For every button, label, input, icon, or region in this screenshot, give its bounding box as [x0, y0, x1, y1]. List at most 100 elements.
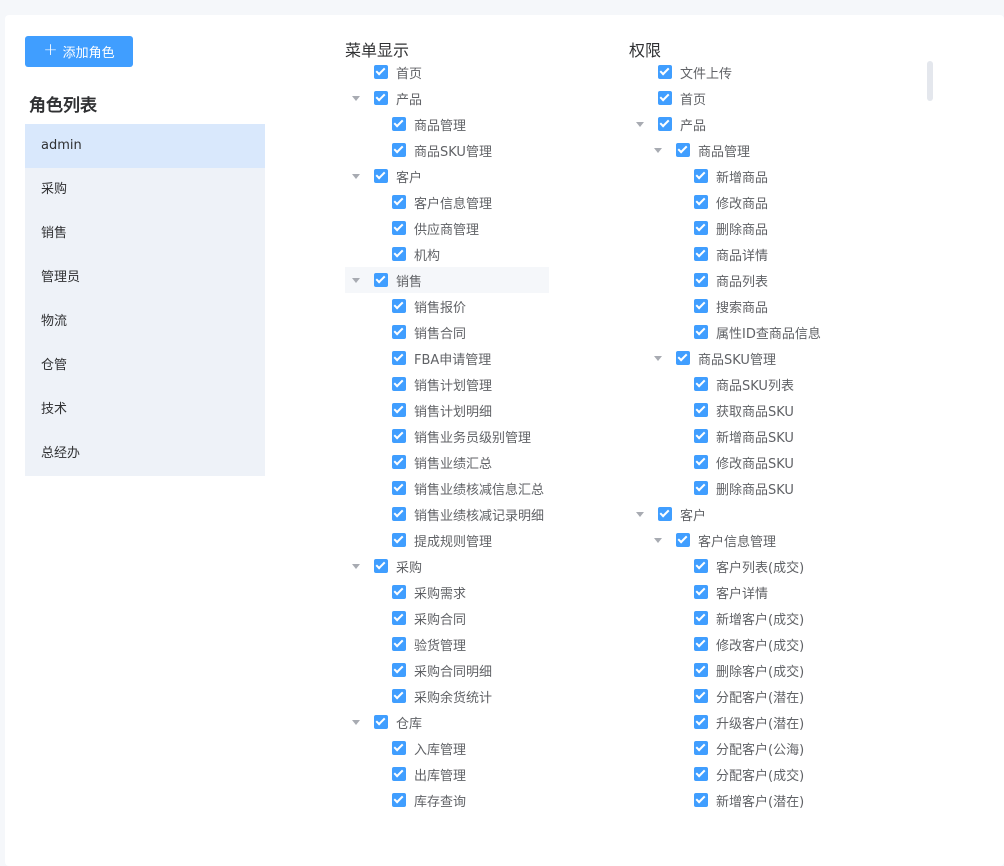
checkbox-checked[interactable]: [676, 143, 690, 157]
checkbox-checked[interactable]: [392, 221, 406, 235]
tree-node[interactable]: 销售计划明细: [345, 397, 615, 423]
checkbox-checked[interactable]: [694, 585, 708, 599]
tree-node[interactable]: 新增客户(成交): [629, 605, 919, 631]
checkbox-checked[interactable]: [694, 325, 708, 339]
checkbox-checked[interactable]: [392, 351, 406, 365]
checkbox-checked[interactable]: [694, 221, 708, 235]
checkbox-checked[interactable]: [392, 195, 406, 209]
checkbox-checked[interactable]: [694, 481, 708, 495]
role-item[interactable]: 管理员: [25, 256, 265, 300]
tree-node[interactable]: 客户信息管理: [345, 189, 615, 215]
tree-node[interactable]: 商品SKU管理: [629, 345, 919, 371]
caret-down-icon[interactable]: [352, 278, 360, 283]
tree-node[interactable]: 获取商品SKU: [629, 397, 919, 423]
checkbox-checked[interactable]: [392, 247, 406, 261]
tree-node[interactable]: 分配客户(公海): [629, 735, 919, 761]
caret-down-icon[interactable]: [352, 96, 360, 101]
checkbox-checked[interactable]: [392, 637, 406, 651]
checkbox-checked[interactable]: [392, 481, 406, 495]
tree-node[interactable]: 新增商品: [629, 163, 919, 189]
checkbox-checked[interactable]: [392, 533, 406, 547]
checkbox-checked[interactable]: [374, 91, 388, 105]
tree-node[interactable]: 搜索商品: [629, 293, 919, 319]
tree-node[interactable]: 删除客户(成交): [629, 657, 919, 683]
tree-node[interactable]: 销售: [345, 267, 549, 293]
tree-node[interactable]: 销售业绩核减记录明细: [345, 501, 615, 527]
checkbox-checked[interactable]: [392, 689, 406, 703]
checkbox-checked[interactable]: [694, 767, 708, 781]
role-item[interactable]: 技术: [25, 388, 265, 432]
checkbox-checked[interactable]: [374, 715, 388, 729]
tree-node[interactable]: 分配客户(成交): [629, 761, 919, 787]
permission-scrollbar[interactable]: [927, 61, 933, 101]
checkbox-checked[interactable]: [392, 429, 406, 443]
checkbox-checked[interactable]: [694, 715, 708, 729]
checkbox-checked[interactable]: [392, 793, 406, 807]
checkbox-checked[interactable]: [658, 65, 672, 79]
checkbox-checked[interactable]: [694, 195, 708, 209]
tree-node[interactable]: 供应商管理: [345, 215, 615, 241]
checkbox-checked[interactable]: [694, 559, 708, 573]
tree-node[interactable]: 出库管理: [345, 761, 615, 787]
checkbox-checked[interactable]: [374, 65, 388, 79]
tree-node[interactable]: 客户: [345, 163, 615, 189]
checkbox-checked[interactable]: [374, 169, 388, 183]
caret-down-icon[interactable]: [654, 538, 662, 543]
tree-node[interactable]: 商品列表: [629, 267, 919, 293]
tree-node[interactable]: 产品: [629, 111, 919, 137]
checkbox-checked[interactable]: [694, 169, 708, 183]
tree-node[interactable]: 客户列表(成交): [629, 553, 919, 579]
tree-node[interactable]: 采购: [345, 553, 615, 579]
tree-node[interactable]: 采购合同明细: [345, 657, 615, 683]
checkbox-checked[interactable]: [374, 559, 388, 573]
checkbox-checked[interactable]: [694, 455, 708, 469]
tree-node[interactable]: 采购合同: [345, 605, 615, 631]
tree-node[interactable]: FBA申请管理: [345, 345, 615, 371]
checkbox-checked[interactable]: [392, 507, 406, 521]
tree-node[interactable]: 删除商品: [629, 215, 919, 241]
tree-node[interactable]: 销售业务员级别管理: [345, 423, 615, 449]
checkbox-checked[interactable]: [694, 403, 708, 417]
caret-down-icon[interactable]: [636, 512, 644, 517]
tree-node[interactable]: 首页: [629, 85, 919, 111]
checkbox-checked[interactable]: [676, 533, 690, 547]
tree-node[interactable]: 机构: [345, 241, 615, 267]
checkbox-checked[interactable]: [694, 429, 708, 443]
tree-node[interactable]: 提成规则管理: [345, 527, 615, 553]
role-item[interactable]: 总经办: [25, 432, 265, 476]
tree-node[interactable]: 销售业绩汇总: [345, 449, 615, 475]
role-item[interactable]: 仓管: [25, 344, 265, 388]
checkbox-checked[interactable]: [374, 273, 388, 287]
checkbox-checked[interactable]: [658, 507, 672, 521]
checkbox-checked[interactable]: [694, 299, 708, 313]
tree-node[interactable]: 首页: [345, 59, 615, 85]
checkbox-checked[interactable]: [392, 741, 406, 755]
tree-node[interactable]: 采购需求: [345, 579, 615, 605]
tree-node[interactable]: 销售计划管理: [345, 371, 615, 397]
tree-node[interactable]: 商品SKU管理: [345, 137, 615, 163]
tree-node[interactable]: 删除商品SKU: [629, 475, 919, 501]
checkbox-checked[interactable]: [392, 299, 406, 313]
checkbox-checked[interactable]: [658, 117, 672, 131]
tree-node[interactable]: 商品管理: [345, 111, 615, 137]
checkbox-checked[interactable]: [694, 247, 708, 261]
tree-node[interactable]: 商品SKU列表: [629, 371, 919, 397]
checkbox-checked[interactable]: [392, 455, 406, 469]
tree-node[interactable]: 分配客户(潜在): [629, 683, 919, 709]
checkbox-checked[interactable]: [392, 117, 406, 131]
caret-down-icon[interactable]: [352, 564, 360, 569]
role-item[interactable]: admin: [25, 124, 265, 168]
tree-node[interactable]: 修改客户(成交): [629, 631, 919, 657]
role-item[interactable]: 采购: [25, 168, 265, 212]
tree-node[interactable]: 销售合同: [345, 319, 615, 345]
tree-node[interactable]: 新增商品SKU: [629, 423, 919, 449]
tree-node[interactable]: 新增客户(潜在): [629, 787, 919, 813]
checkbox-checked[interactable]: [676, 351, 690, 365]
tree-node[interactable]: 库存查询: [345, 787, 615, 813]
checkbox-checked[interactable]: [392, 663, 406, 677]
checkbox-checked[interactable]: [694, 663, 708, 677]
checkbox-checked[interactable]: [694, 689, 708, 703]
add-role-button[interactable]: + 添加角色: [25, 36, 133, 67]
tree-node[interactable]: 商品详情: [629, 241, 919, 267]
tree-node[interactable]: 商品管理: [629, 137, 919, 163]
